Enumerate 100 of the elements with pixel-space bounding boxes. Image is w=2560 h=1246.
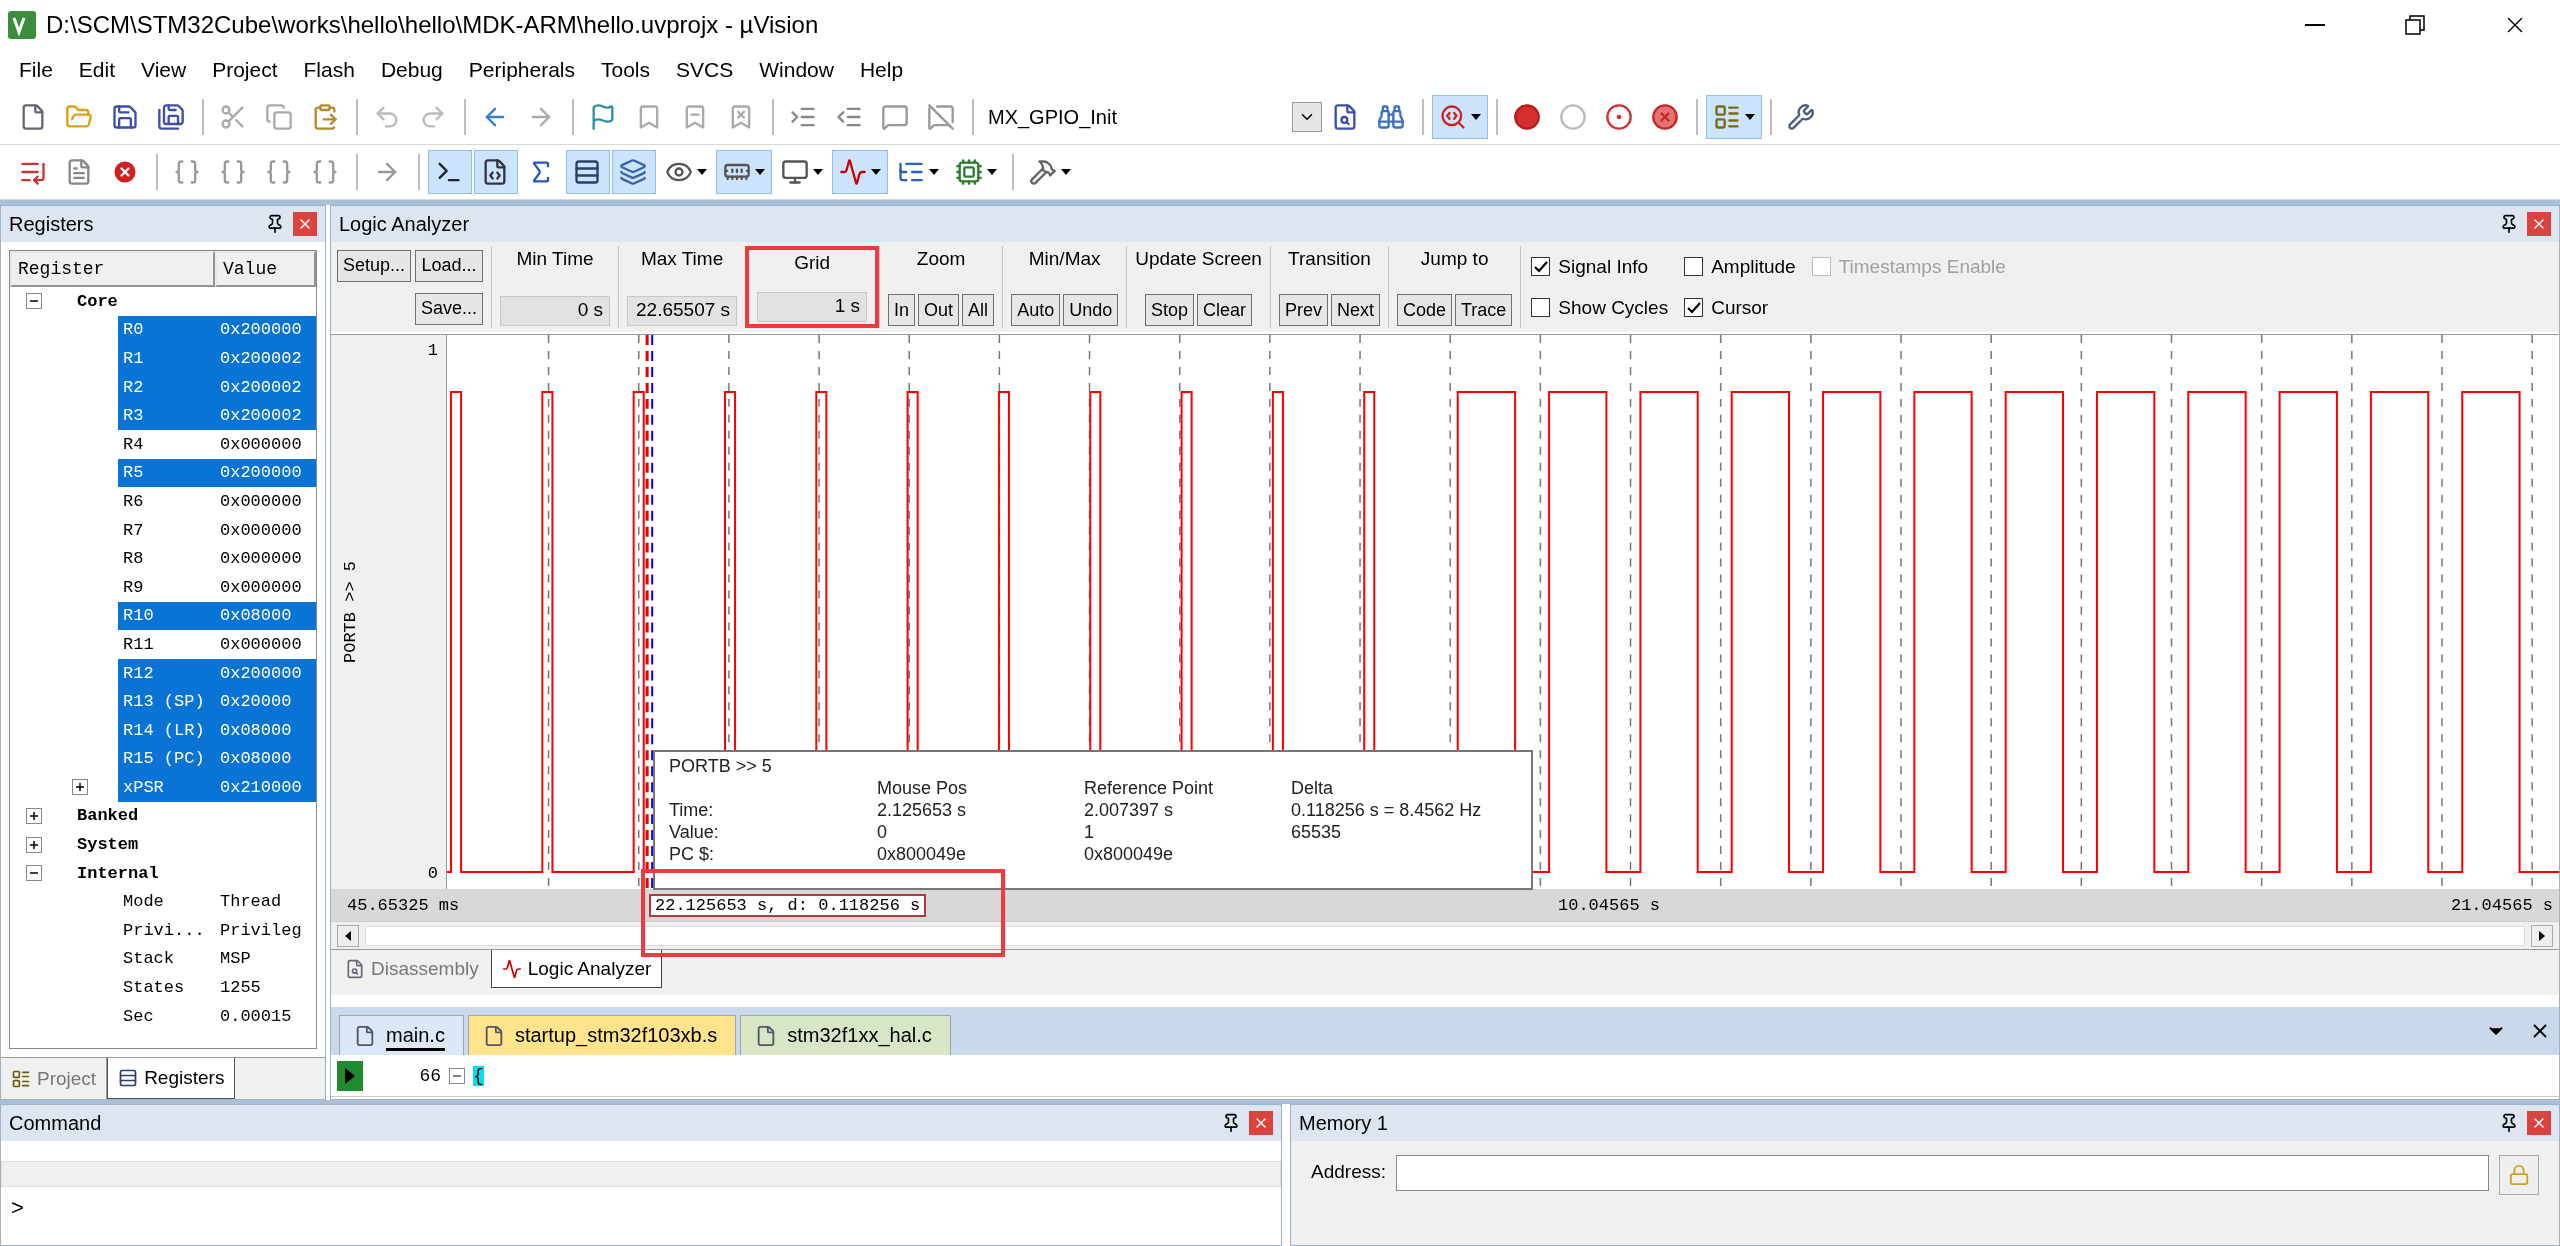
toolbar-button[interactable]: In [888, 294, 916, 326]
register-row[interactable]: Mode Thread [118, 887, 316, 917]
collapse-icon[interactable] [26, 865, 42, 882]
dropdown-button[interactable] [1292, 102, 1322, 132]
menu-item[interactable]: Help [846, 54, 917, 86]
scroll-right-button[interactable] [2531, 924, 2553, 947]
address-field[interactable] [1396, 1155, 2489, 1191]
column-header[interactable]: Register [10, 251, 215, 287]
pin-icon[interactable] [2499, 214, 2519, 234]
pin-icon[interactable] [265, 214, 285, 234]
toolbar-button[interactable]: Undo [1063, 294, 1119, 326]
register-row[interactable]: Internal [72, 858, 316, 888]
toolbar-button[interactable] [566, 150, 610, 194]
register-row[interactable]: Banked [72, 801, 316, 831]
option-checkbox[interactable]: Signal Info [1531, 255, 1669, 278]
register-row[interactable]: R1 0x200002 [118, 344, 316, 373]
register-row[interactable]: R5 0x200000 [118, 458, 316, 488]
close-button[interactable] [2527, 212, 2551, 236]
file-tab[interactable]: stm32f1xx_hal.c [740, 1015, 951, 1055]
register-row[interactable]: xPSR 0x210000 [118, 773, 316, 802]
serial-window-icon [781, 158, 809, 186]
close-button[interactable] [2527, 1111, 2551, 1135]
menu-item[interactable]: Tools [588, 54, 664, 86]
file-tab[interactable]: startup_stm32f103xb.s [467, 1015, 737, 1055]
toolbar-button[interactable]: Code [1396, 294, 1452, 326]
menu-item[interactable]: SVCS [663, 54, 747, 86]
collapse-icon[interactable] [26, 293, 42, 310]
setup-button[interactable]: Setup... [337, 249, 412, 282]
toolbar-button[interactable]: Clear [1197, 294, 1253, 326]
register-row[interactable]: Sec 0.00015 [118, 1001, 316, 1031]
option-checkbox[interactable]: Cursor [1684, 296, 1796, 319]
register-row[interactable]: R11 0x000000 [118, 630, 316, 659]
scroll-left-button[interactable] [337, 924, 359, 947]
register-row[interactable]: R10 0x08000 [118, 601, 316, 631]
register-row[interactable]: R3 0x200002 [118, 401, 316, 430]
menu-item[interactable]: Peripherals [455, 54, 588, 86]
expand-icon[interactable] [72, 779, 88, 796]
register-value: 0x200000 [220, 320, 302, 340]
fold-icon[interactable] [449, 1067, 465, 1084]
register-row[interactable]: System [72, 830, 316, 859]
view-tab[interactable]: Disassembly [335, 950, 489, 988]
save-icon [111, 103, 139, 131]
register-row[interactable]: R0 0x200000 [118, 315, 316, 345]
register-name: R3 [122, 406, 145, 426]
caret-icon [697, 169, 707, 175]
menu-item[interactable]: Edit [65, 54, 129, 86]
option-checkbox[interactable]: Amplitude [1684, 255, 1796, 278]
pin-icon[interactable] [1221, 1113, 1241, 1133]
horizontal-scrollbar[interactable] [1, 1161, 1281, 1187]
menu-item[interactable]: Project [199, 54, 291, 86]
register-row[interactable]: R8 0x000000 [118, 544, 316, 573]
toolbar-button[interactable]: Prev [1278, 294, 1328, 326]
save-button[interactable]: Save... [415, 292, 484, 325]
view-tab[interactable]: Logic Analyzer [490, 950, 663, 988]
register-value: 1255 [220, 978, 261, 998]
expand-icon[interactable] [26, 836, 42, 853]
toolbar-button[interactable]: Stop [1145, 294, 1195, 326]
column-header[interactable]: Value [215, 251, 316, 287]
register-row[interactable]: R13 (SP) 0x20000 [118, 687, 316, 716]
register-row[interactable]: R4 0x000000 [118, 429, 316, 459]
toolbar-button[interactable]: Trace [1455, 294, 1513, 326]
toolbar-button[interactable] [474, 150, 518, 194]
register-row[interactable]: Core [72, 287, 316, 316]
register-row[interactable]: R15 (PC) 0x08000 [118, 744, 316, 774]
close-button[interactable] [1249, 1111, 1273, 1135]
toolbar-button[interactable] [716, 150, 772, 194]
menu-item[interactable]: Flash [290, 54, 368, 86]
register-name: R9 [122, 577, 145, 597]
menu-item[interactable]: Window [746, 54, 847, 86]
close-button[interactable] [293, 212, 317, 236]
panel-title: Logic Analyzer [339, 212, 471, 236]
toolbar-button[interactable]: Out [918, 294, 960, 326]
toolbar-button[interactable]: Next [1330, 294, 1380, 326]
register-row[interactable]: R6 0x000000 [118, 487, 316, 516]
panel-tab[interactable]: Registers [107, 1058, 236, 1099]
function-combo[interactable]: MX_GPIO_Init [982, 97, 1322, 137]
file-tab[interactable]: main.c [339, 1015, 464, 1055]
register-row[interactable]: States 1255 [118, 973, 316, 1002]
register-name: R8 [122, 549, 145, 569]
register-row[interactable]: R7 0x000000 [118, 515, 316, 545]
toolbar-button[interactable]: Auto [1011, 294, 1061, 326]
column-header: Reference Point [1084, 778, 1215, 800]
menu-item[interactable]: File [6, 54, 66, 86]
register-row[interactable]: Privi... Privileg [118, 916, 316, 945]
load-button[interactable]: Load... [415, 249, 484, 282]
toolbar-button[interactable]: All [962, 294, 995, 326]
scroll-track[interactable] [365, 925, 2525, 946]
register-row[interactable]: R2 0x200002 [118, 372, 316, 402]
menu-item[interactable]: Debug [367, 54, 456, 86]
register-row[interactable]: Stack MSP [118, 944, 316, 974]
wrench-icon [1787, 103, 1815, 131]
register-name: Stack [122, 949, 175, 969]
register-row[interactable]: R14 (LR) 0x08000 [118, 715, 316, 745]
toolbar-button[interactable] [428, 150, 472, 194]
register-row[interactable]: R12 0x200000 [118, 658, 316, 688]
register-row[interactable]: R9 0x000000 [118, 572, 316, 602]
expand-icon[interactable] [26, 808, 42, 824]
menu-item[interactable]: View [128, 54, 200, 86]
pin-icon[interactable] [2499, 1113, 2519, 1133]
option-checkbox[interactable]: Show Cycles [1531, 296, 1669, 319]
